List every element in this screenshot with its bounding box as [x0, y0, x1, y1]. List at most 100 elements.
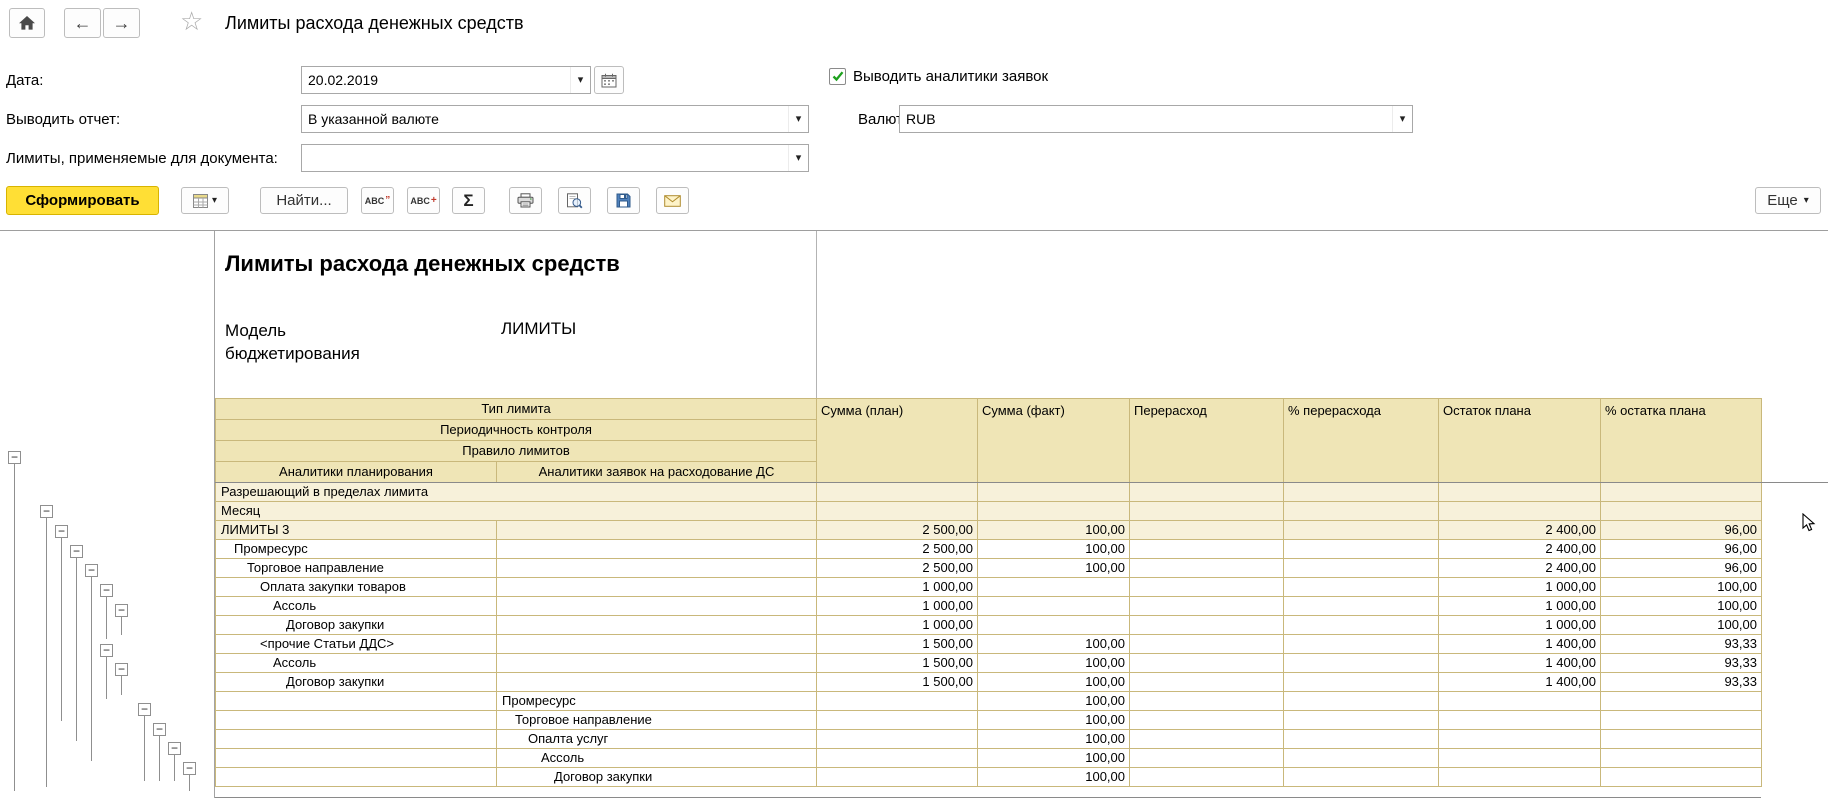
cell[interactable]: [816, 482, 978, 502]
cell[interactable]: [496, 672, 817, 692]
cell[interactable]: [1283, 520, 1439, 540]
cell[interactable]: 1 000,00: [1438, 596, 1601, 616]
cell[interactable]: [1438, 710, 1601, 730]
collapse-group-button[interactable]: −: [55, 525, 68, 538]
generate-report-button[interactable]: Сформировать: [6, 186, 159, 215]
favorite-star-icon[interactable]: ☆: [180, 8, 203, 34]
cell[interactable]: [977, 596, 1130, 616]
cell[interactable]: 1 000,00: [816, 577, 978, 597]
cell[interactable]: [1129, 748, 1284, 768]
cell[interactable]: 1 000,00: [816, 615, 978, 635]
cell[interactable]: [1129, 615, 1284, 635]
cell[interactable]: 93,33: [1600, 634, 1762, 654]
cell[interactable]: 100,00: [977, 691, 1130, 711]
print-preview-button[interactable]: [558, 187, 591, 214]
cell[interactable]: [1129, 672, 1284, 692]
cell[interactable]: [1283, 729, 1439, 749]
cell[interactable]: [1129, 634, 1284, 654]
cell[interactable]: 100,00: [977, 710, 1130, 730]
cell[interactable]: 96,00: [1600, 520, 1762, 540]
cell[interactable]: [1283, 672, 1439, 692]
cell[interactable]: [1129, 558, 1284, 578]
cell[interactable]: [215, 691, 497, 711]
collapse-group-button[interactable]: −: [8, 451, 21, 464]
budget-model-label[interactable]: Модель бюджетирования: [225, 319, 400, 365]
cell[interactable]: 100,00: [1600, 596, 1762, 616]
cell[interactable]: [496, 615, 817, 635]
header-rule[interactable]: Правило лимитов: [215, 440, 817, 462]
cell[interactable]: [496, 653, 817, 673]
cell[interactable]: [1129, 767, 1284, 787]
report-mode-select[interactable]: В указанной валюте ▾: [301, 105, 809, 133]
cell[interactable]: <прочие Статьи ДДС>: [215, 634, 497, 654]
cell[interactable]: [1438, 501, 1601, 521]
collapse-group-button[interactable]: −: [168, 742, 181, 755]
cell[interactable]: [1600, 767, 1762, 787]
cell[interactable]: Торговое направление: [496, 710, 817, 730]
cell[interactable]: 1 000,00: [1438, 615, 1601, 635]
cell[interactable]: [1129, 691, 1284, 711]
cell[interactable]: 100,00: [977, 520, 1130, 540]
cell[interactable]: 1 500,00: [816, 634, 978, 654]
cell[interactable]: [1438, 729, 1601, 749]
cell[interactable]: 1 400,00: [1438, 653, 1601, 673]
cell[interactable]: 100,00: [977, 748, 1130, 768]
decode-abc-add-button[interactable]: ABC +: [407, 187, 440, 214]
cell[interactable]: [1283, 558, 1439, 578]
cell[interactable]: [816, 767, 978, 787]
cell[interactable]: [977, 615, 1130, 635]
header-periodicity[interactable]: Периодичность контроля: [215, 419, 817, 441]
cell[interactable]: 2 400,00: [1438, 520, 1601, 540]
chevron-down-icon[interactable]: ▾: [788, 145, 808, 171]
cell[interactable]: 2 400,00: [1438, 558, 1601, 578]
cell[interactable]: Месяц: [215, 501, 817, 521]
cell[interactable]: 2 500,00: [816, 539, 978, 559]
cell[interactable]: Промресурс: [496, 691, 817, 711]
collapse-group-button[interactable]: −: [153, 723, 166, 736]
chevron-down-icon[interactable]: ▾: [570, 67, 590, 93]
header-request-analytics[interactable]: Аналитики заявок на расходование ДС: [496, 461, 817, 483]
cell[interactable]: 100,00: [1600, 577, 1762, 597]
cell[interactable]: [215, 710, 497, 730]
cell[interactable]: 1 400,00: [1438, 634, 1601, 654]
cell[interactable]: Ассоль: [215, 653, 497, 673]
collapse-group-button[interactable]: −: [70, 545, 83, 558]
cell[interactable]: [1600, 691, 1762, 711]
send-mail-button[interactable]: [656, 187, 689, 214]
report-title[interactable]: Лимиты расхода денежных средств: [225, 251, 620, 277]
cell[interactable]: [1600, 710, 1762, 730]
header-plan-rest[interactable]: Остаток плана: [1438, 398, 1601, 483]
budget-model-value[interactable]: ЛИМИТЫ: [501, 319, 576, 339]
cell[interactable]: 1 400,00: [1438, 672, 1601, 692]
cell[interactable]: Торговое направление: [215, 558, 497, 578]
cell[interactable]: 100,00: [977, 558, 1130, 578]
cell[interactable]: [1283, 653, 1439, 673]
cell[interactable]: Оплата закупки товаров: [215, 577, 497, 597]
analytics-checkbox-label[interactable]: Выводить аналитики заявок: [853, 68, 1048, 85]
cell[interactable]: [1438, 748, 1601, 768]
print-button[interactable]: [509, 187, 542, 214]
cell[interactable]: [1600, 482, 1762, 502]
cell[interactable]: 2 500,00: [816, 558, 978, 578]
cell[interactable]: 100,00: [977, 767, 1130, 787]
cell[interactable]: [1283, 577, 1439, 597]
find-button[interactable]: Найти...: [260, 187, 348, 214]
cell[interactable]: 100,00: [1600, 615, 1762, 635]
cell[interactable]: [977, 501, 1130, 521]
cell[interactable]: [1283, 501, 1439, 521]
chevron-down-icon[interactable]: ▾: [788, 106, 808, 132]
cell[interactable]: [215, 767, 497, 787]
cell[interactable]: 2 500,00: [816, 520, 978, 540]
cell[interactable]: Ассоль: [215, 596, 497, 616]
cell[interactable]: 93,33: [1600, 653, 1762, 673]
cell[interactable]: Договор закупки: [215, 615, 497, 635]
cell[interactable]: [1438, 691, 1601, 711]
report-variant-button[interactable]: ▾: [181, 187, 229, 214]
cell[interactable]: [1283, 691, 1439, 711]
collapse-group-button[interactable]: −: [40, 505, 53, 518]
cell[interactable]: [1129, 501, 1284, 521]
cell[interactable]: [496, 520, 817, 540]
cell[interactable]: [1600, 748, 1762, 768]
collapse-group-button[interactable]: −: [100, 584, 113, 597]
cell[interactable]: [496, 577, 817, 597]
